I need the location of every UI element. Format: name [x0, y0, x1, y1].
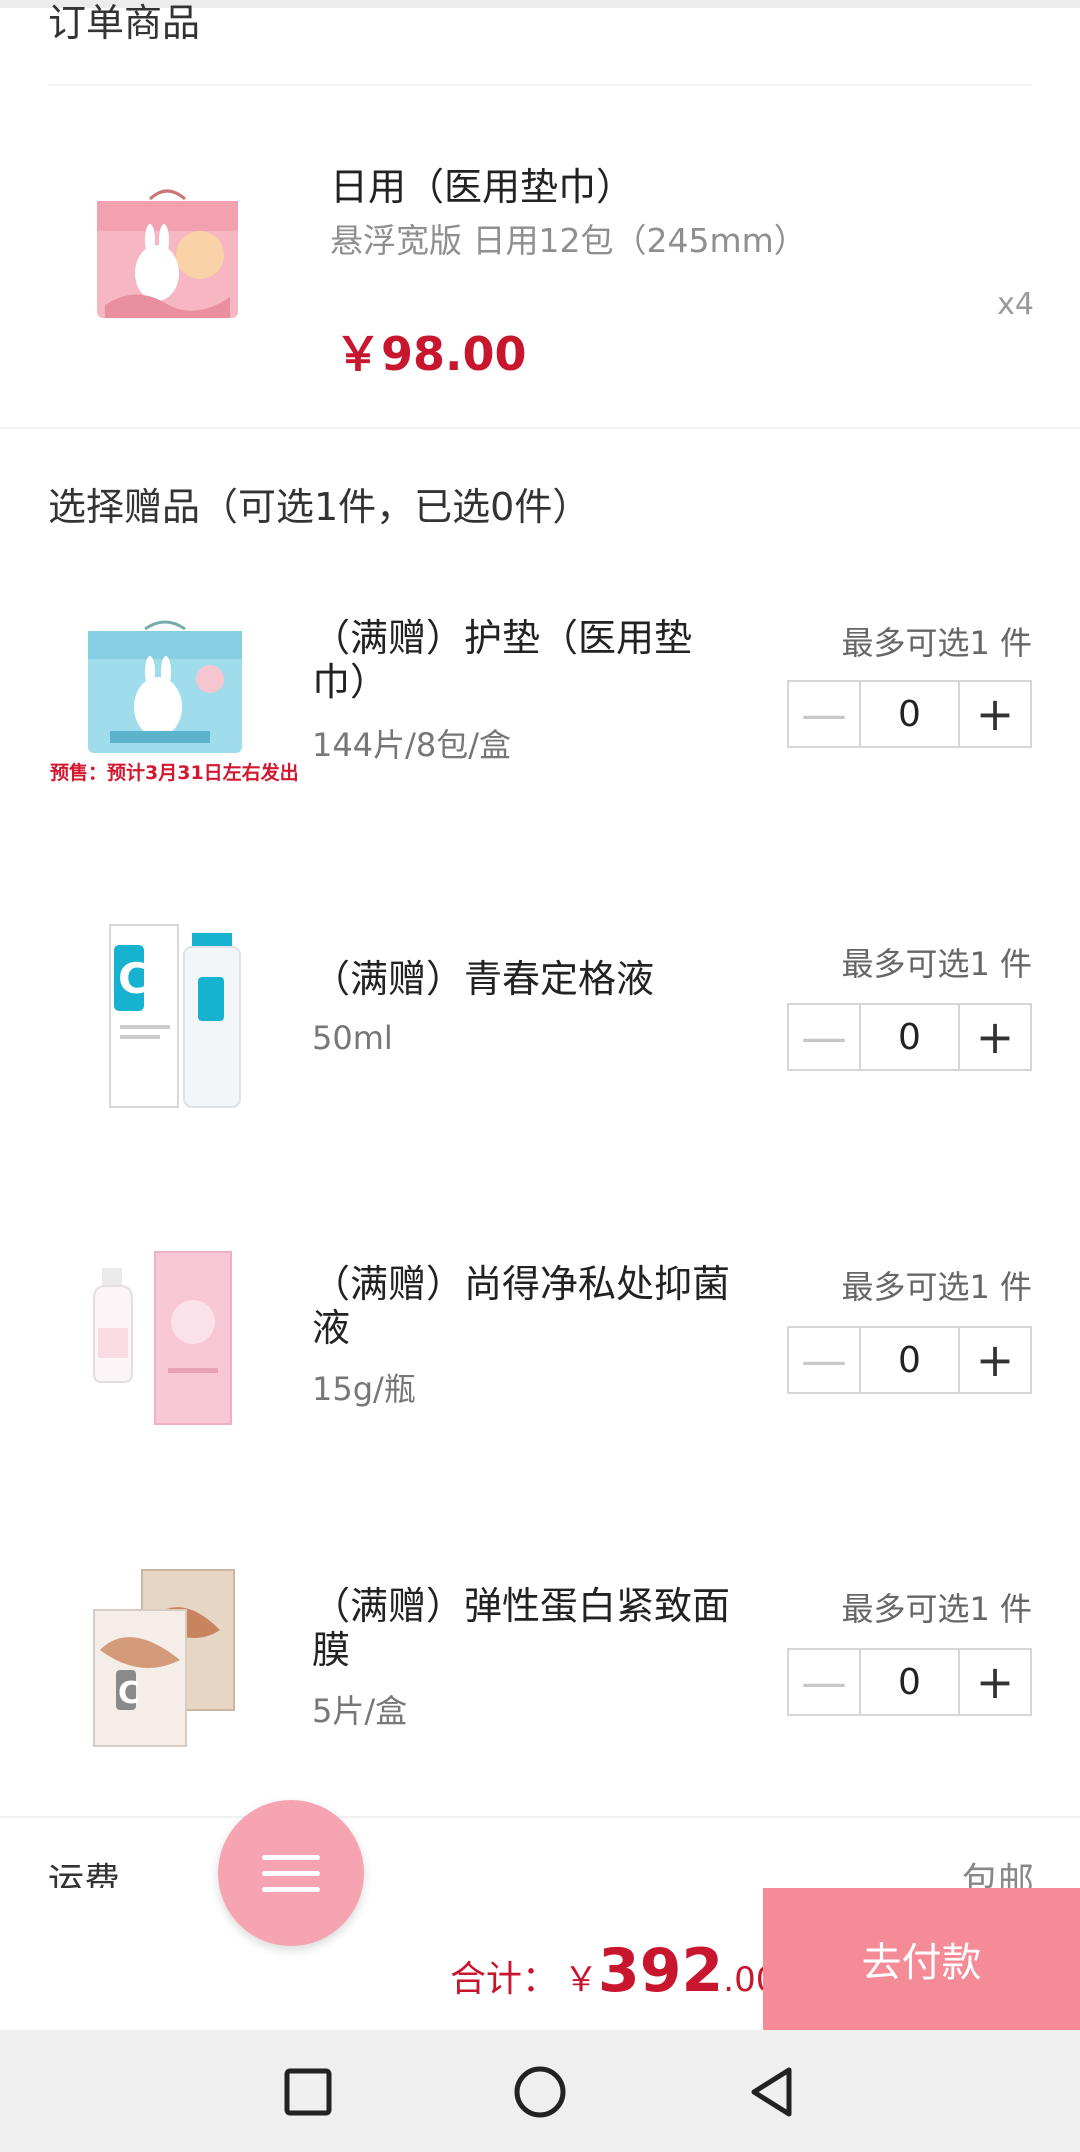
gift-image[interactable]: [80, 1238, 250, 1438]
gift-max-label: 最多可选1 件: [841, 945, 1032, 983]
svg-text:C: C: [118, 1676, 140, 1711]
menu-icon: [262, 1844, 320, 1903]
quantity-value[interactable]: 0: [861, 1650, 958, 1714]
gift-spec: 5片/盒: [312, 1692, 408, 1730]
gift-max-label: 最多可选1 件: [841, 1590, 1032, 1628]
system-nav-bar: [0, 2030, 1080, 2152]
gift-image[interactable]: C: [80, 915, 250, 1115]
quantity-value[interactable]: 0: [861, 1005, 958, 1069]
gift-image[interactable]: C: [80, 1560, 250, 1760]
gift-spec: 144片/8包/盒: [312, 726, 512, 764]
total-amount: 392: [598, 1936, 724, 2006]
recent-apps-icon[interactable]: [278, 2062, 338, 2122]
gift-title: （满赠）护垫（医用垫巾）: [312, 616, 693, 704]
order-total: 合计： ￥ 392 .00: [450, 1936, 777, 2006]
increment-button[interactable]: +: [958, 1005, 1030, 1069]
gift-title: （满赠）弹性蛋白紧致面膜: [312, 1584, 731, 1672]
home-icon[interactable]: [510, 2062, 570, 2122]
decrement-button[interactable]: —: [789, 1005, 861, 1069]
svg-text:C: C: [118, 954, 149, 1003]
quantity-stepper: — 0 +: [787, 1648, 1032, 1716]
back-icon[interactable]: [742, 2062, 802, 2122]
order-product-name[interactable]: 日用（医用垫巾）: [330, 156, 634, 211]
decrement-button[interactable]: —: [789, 1328, 861, 1392]
order-product-price: ￥98.00: [335, 327, 527, 381]
floating-menu-button[interactable]: [218, 1800, 364, 1946]
gift-max-label: 最多可选1 件: [841, 1268, 1032, 1306]
gift-spec: 15g/瓶: [312, 1370, 416, 1408]
order-product-image[interactable]: [95, 185, 240, 320]
gift-max-label: 最多可选1 件: [841, 624, 1032, 662]
increment-button[interactable]: +: [958, 1328, 1030, 1392]
divider: [0, 427, 1080, 429]
increment-button[interactable]: +: [958, 1650, 1030, 1714]
order-product-quantity: x4: [997, 287, 1034, 322]
checkout-bar: 合计： ￥ 392 .00 去付款: [0, 1888, 1080, 2030]
gift-title: （满赠）尚得净私处抑菌液: [312, 1262, 731, 1350]
gift-item: C （满赠）青春定格液 50ml 最多可选1 件 — 0 +: [0, 924, 1080, 1215]
preorder-label: 预售：预计3月31日左右发出: [50, 762, 299, 784]
quantity-stepper: — 0 +: [787, 1326, 1032, 1394]
gift-title: （满赠）青春定格液: [312, 957, 655, 1001]
order-section-title: 订单商品: [48, 1, 201, 45]
quantity-stepper: — 0 +: [787, 680, 1032, 748]
quantity-value[interactable]: 0: [861, 682, 958, 746]
gift-item: 预售：预计3月31日左右发出 （满赠）护垫（医用垫巾） 144片/8包/盒 最多…: [0, 612, 1080, 892]
divider: [48, 84, 1032, 86]
gift-item: （满赠）尚得净私处抑菌液 15g/瓶 最多可选1 件 — 0 +: [0, 1251, 1080, 1538]
gift-spec: 50ml: [312, 1019, 393, 1057]
divider: [0, 1816, 1080, 1818]
increment-button[interactable]: +: [958, 682, 1030, 746]
total-label: 合计：: [450, 1959, 559, 2000]
order-product-spec: 悬浮宽版 日用12包（245mm）: [330, 221, 807, 260]
decrement-button[interactable]: —: [789, 1650, 861, 1714]
gift-section-title: 选择赠品（可选1件，已选0件）: [48, 485, 591, 529]
decrement-button[interactable]: —: [789, 682, 861, 746]
total-currency: ￥: [564, 1960, 599, 2000]
quantity-stepper: — 0 +: [787, 1003, 1032, 1071]
quantity-value[interactable]: 0: [861, 1328, 958, 1392]
pay-button[interactable]: 去付款: [763, 1888, 1080, 2030]
gift-item: C （满赠）弹性蛋白紧致面膜 5片/盒 最多可选1 件 — 0 +: [0, 1569, 1080, 1860]
gift-image[interactable]: [80, 617, 250, 817]
